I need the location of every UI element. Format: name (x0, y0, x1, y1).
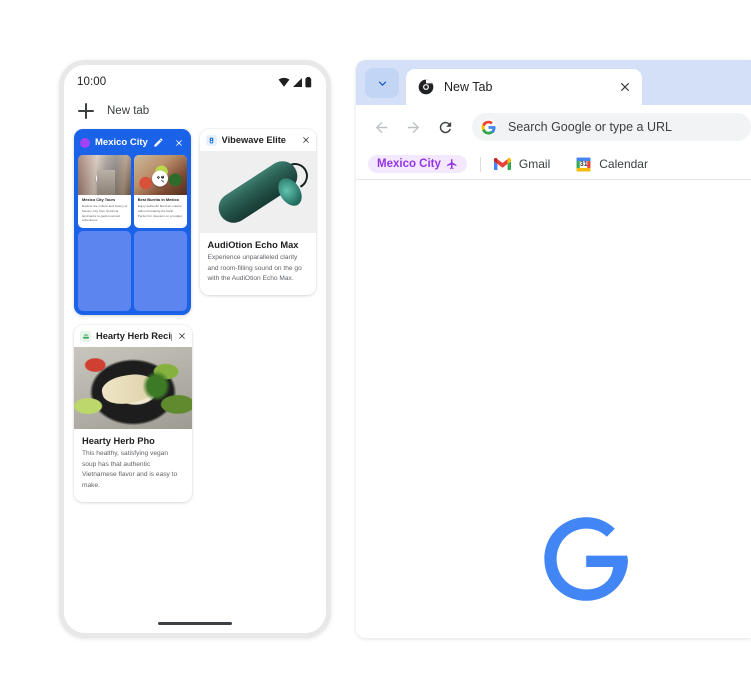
tab-card-site-title: Hearty Herb Recipes (96, 331, 172, 341)
status-clock: 10:00 (77, 76, 107, 88)
grouped-tab-placeholder[interactable] (133, 231, 187, 311)
browser-window: New Tab Search Google or type a URL Mexi… (356, 60, 751, 638)
bookmark-item-calendar[interactable]: 31 Calendar (576, 156, 648, 172)
airplane-icon (446, 159, 457, 169)
speaker-app-icon (205, 134, 217, 146)
tab-group-thumbnails: Mexico City Tours Explore the culture an… (78, 155, 187, 311)
reload-icon[interactable] (436, 118, 454, 136)
calendar-icon: 31 (576, 156, 591, 172)
close-icon[interactable] (174, 138, 184, 148)
screenshot-canvas: 10:00 New tab Mexico City Mexico City To… (0, 0, 751, 700)
forward-arrow-icon[interactable] (404, 118, 422, 136)
tab-search-button[interactable] (365, 68, 399, 98)
battery-icon (305, 76, 312, 87)
tab-thumbnail-food (133, 155, 187, 195)
grouped-tab-desc: Explore the culture and history of Mexic… (82, 204, 128, 223)
browser-tab-strip: New Tab (356, 60, 751, 105)
tab-card-thumbnail-pho (74, 347, 192, 429)
tab-card-description: This healthy, satisfying vegan soup has … (82, 450, 178, 490)
tab-card-body: Hearty Herb Pho This healthy, satisfying… (74, 429, 192, 502)
phone-device-frame: 10:00 New tab Mexico City Mexico City To… (59, 60, 331, 638)
bookmark-item-gmail[interactable]: Gmail (493, 157, 551, 171)
browser-tab-label: New Tab (444, 80, 493, 94)
google-g-icon (480, 118, 497, 136)
signal-icon (293, 77, 302, 87)
browser-tab-new-tab[interactable]: New Tab (406, 69, 642, 105)
new-tab-label: New tab (107, 105, 150, 117)
phone-screen: 10:00 New tab Mexico City Mexico City To… (64, 65, 326, 633)
grouped-tab-text: Mexico City Tours Explore the culture an… (78, 195, 131, 223)
plus-icon (78, 103, 94, 119)
tab-card-hearty-herb-recipes[interactable]: Hearty Herb Recipes Hearty Herb Pho This… (74, 325, 192, 502)
status-bar: 10:00 (64, 65, 326, 99)
back-arrow-icon[interactable] (372, 118, 390, 136)
tab-card-body: AudiOtion Echo Max Experience unparallel… (200, 233, 316, 295)
bookmark-chip-mexico-city[interactable]: Mexico City (368, 155, 467, 173)
tab-grid: Mexico City Mexico City Tours Explore th… (64, 129, 326, 502)
status-indicator-group (278, 76, 312, 88)
recipe-book-icon (80, 330, 91, 342)
grouped-tab-desc: Enjoy authentic Mexican cuisine without … (137, 204, 183, 218)
grouped-tab-placeholder[interactable] (78, 231, 131, 311)
tab-grid-row-1: Mexico City Mexico City Tours Explore th… (74, 129, 316, 315)
bookmarks-divider (479, 156, 481, 172)
new-tab-button[interactable]: New tab (64, 99, 326, 129)
tab-card-thumbnail-speaker (199, 151, 316, 233)
omnibox[interactable]: Search Google or type a URL (472, 113, 751, 141)
tab-card-site-title: Vibewave Elite (221, 135, 286, 145)
herb-shape (140, 368, 174, 405)
calendar-day-number: 31 (579, 160, 588, 168)
close-icon[interactable] (177, 331, 187, 341)
tab-card-vibewave-elite[interactable]: Vibewave Elite AudiOtion Echo Max Experi… (199, 129, 316, 296)
tab-card-headline: Hearty Herb Pho (82, 436, 155, 446)
bookmark-chip-label: Mexico City (377, 158, 441, 170)
grouped-tab-text: Best Burrito in Mexico Enjoy authentic M… (134, 195, 187, 218)
bookmark-item-label: Gmail (518, 157, 551, 171)
grouped-tab-card[interactable]: Mexico City Tours Explore the culture an… (78, 155, 131, 228)
flag-icon (96, 170, 113, 187)
restaurant-icon (152, 170, 169, 187)
grouped-tab-title: Best Burrito in Mexico (137, 197, 180, 202)
tab-card-header: Vibewave Elite (200, 129, 316, 151)
group-color-dot-icon (80, 137, 90, 148)
tab-group-card-mexico-city[interactable]: Mexico City Mexico City Tours Explore th… (74, 129, 191, 315)
tab-card-headline: AudiOtion Echo Max (207, 240, 299, 250)
tab-group-title: Mexico City (95, 137, 148, 148)
bookmark-item-label: Calendar (599, 157, 648, 171)
tab-card-header: Hearty Herb Recipes (74, 325, 192, 347)
edit-pencil-icon[interactable] (153, 137, 164, 148)
browser-toolbar: Search Google or type a URL (356, 105, 751, 149)
grouped-tab-title: Mexico City Tours (82, 197, 116, 202)
grouped-tab-card[interactable]: Best Burrito in Mexico Enjoy authentic M… (133, 155, 187, 228)
tab-grid-row-2: Hearty Herb Recipes Hearty Herb Pho This… (74, 325, 316, 502)
google-logo (544, 513, 751, 610)
chrome-logo-icon (418, 79, 434, 95)
tab-group-header: Mexico City (78, 133, 187, 152)
tab-thumbnail-street (78, 155, 131, 195)
chevron-down-icon (378, 80, 386, 86)
home-indicator[interactable] (158, 622, 232, 625)
wifi-icon (278, 77, 290, 87)
close-icon[interactable] (618, 80, 632, 94)
close-icon[interactable] (301, 135, 311, 145)
gmail-icon (493, 157, 511, 170)
omnibox-placeholder-text: Search Google or type a URL (508, 120, 672, 134)
new-tab-page: Search Google or type a URL (356, 180, 751, 638)
tab-card-description: Experience unparalleled clarity and room… (207, 254, 302, 283)
bookmarks-bar: Mexico City Gmail 31 Calendar (356, 149, 751, 179)
